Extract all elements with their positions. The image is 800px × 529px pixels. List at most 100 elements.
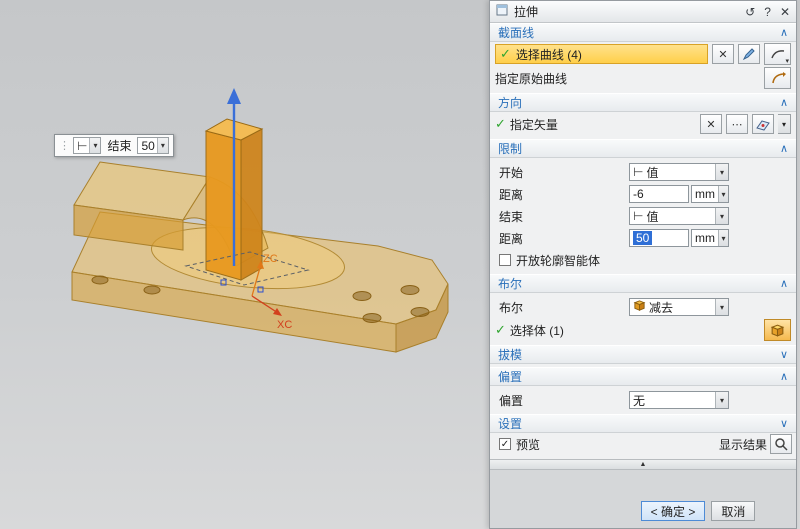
select-region-button[interactable] (738, 44, 760, 64)
open-profile-label: 开放轮廓智能体 (516, 252, 600, 269)
end-condition-combo[interactable]: ⊢ ▾ (73, 137, 101, 154)
section-header-settings[interactable]: 设置 ∨ (490, 414, 796, 433)
extrude-direction-arrowhead[interactable] (227, 88, 241, 104)
preview-checkbox[interactable]: ✓ (499, 438, 511, 450)
dropdown-icon[interactable]: ▾ (715, 299, 728, 315)
end-condition-combo[interactable]: ⊢ 值 ▾ (629, 207, 729, 225)
app-window: ZC XC ⋮ ⊢ ▾ 结束 50 ▾ 拉伸 (0, 0, 800, 529)
section-header-section-line[interactable]: 截面线 ∧ (490, 23, 796, 42)
specify-vector-label: 指定矢量 (510, 116, 558, 133)
section-header-label: 偏置 (498, 368, 522, 385)
caret-down-icon[interactable]: ∨ (780, 348, 788, 361)
distance-value[interactable]: 50 (141, 139, 154, 153)
origin-curve-row: 指定原始曲线 (490, 66, 796, 90)
check-icon: ✓ (495, 322, 506, 338)
hole[interactable] (353, 292, 371, 301)
origin-curve-button[interactable] (764, 67, 791, 89)
onscreen-input-toolbar[interactable]: ⋮ ⊢ ▾ 结束 50 ▾ (54, 134, 174, 157)
end-condition-icon: ⊢ (633, 165, 643, 179)
check-icon: ✓ (495, 116, 506, 132)
cancel-button[interactable]: 取消 (711, 501, 755, 521)
hole[interactable] (363, 314, 381, 323)
unit-value: mm (695, 231, 715, 245)
section-header-label: 布尔 (498, 275, 522, 292)
start-unit-combo[interactable]: mm ▾ (691, 185, 729, 203)
end-distance-value: 50 (633, 231, 652, 245)
caret-up-icon[interactable]: ∧ (780, 96, 788, 109)
select-curve-row: ✓ 选择曲线 (4) ✕ ▾ (490, 42, 796, 66)
dialog-titlebar[interactable]: 拉伸 ↺ ? ✕ (490, 1, 796, 23)
distance-label: 距离 (499, 230, 629, 247)
collapse-arrow-icon[interactable]: ▲ (640, 461, 647, 468)
drag-grip-icon[interactable]: ⋮ (59, 139, 70, 152)
boolean-combo[interactable]: 减去 ▾ (629, 298, 729, 316)
z-axis-label: ZC (263, 253, 278, 265)
select-body-label: 选择体 (1) (510, 322, 564, 339)
hole[interactable] (411, 308, 429, 317)
end-distance-input[interactable]: 50 (629, 229, 689, 247)
close-icon[interactable]: ✕ (780, 5, 790, 19)
end-row: 结束 ⊢ 值 ▾ (490, 205, 796, 227)
caret-up-icon[interactable]: ∧ (780, 26, 788, 39)
dialog-title: 拉伸 (514, 3, 538, 20)
end-condition-icon: ⊢ (77, 139, 87, 153)
vector-dropdown-button[interactable]: ▾ (778, 114, 791, 134)
distance-value-combo[interactable]: 50 ▾ (137, 137, 168, 154)
dropdown-icon[interactable]: ▾ (157, 138, 168, 153)
vector-dialog-button[interactable] (752, 114, 774, 134)
start-distance-input[interactable]: -6 (629, 185, 689, 203)
select-curve-field[interactable]: ✓ 选择曲线 (4) (495, 44, 708, 64)
end-unit-combo[interactable]: mm ▾ (691, 229, 729, 247)
start-condition-combo[interactable]: ⊢ 值 ▾ (629, 163, 729, 181)
curve-rule-button[interactable]: ▾ (764, 43, 791, 65)
model-canvas[interactable]: ZC XC (0, 0, 489, 529)
offset-value: 无 (633, 392, 645, 409)
subtract-cube-icon (633, 299, 646, 315)
end-condition-icon: ⊢ (633, 209, 643, 223)
section-header-label: 拔模 (498, 346, 522, 363)
caret-up-icon[interactable]: ∧ (780, 277, 788, 290)
hole[interactable] (401, 286, 419, 295)
help-icon[interactable]: ? (764, 5, 771, 19)
stop-selection-button[interactable]: ✕ (712, 44, 734, 64)
section-header-draft[interactable]: 拔模 ∨ (490, 345, 796, 364)
dialog-footer: < 确定 > 取消 (490, 470, 796, 528)
dropdown-icon[interactable]: ▾ (715, 164, 728, 180)
magnifier-icon (774, 437, 788, 451)
end-label: 结束 (104, 137, 134, 154)
hole[interactable] (144, 286, 160, 294)
unit-value: mm (695, 187, 715, 201)
boolean-value: 减去 (649, 299, 673, 316)
section-header-direction[interactable]: 方向 ∧ (490, 93, 796, 112)
section-header-offset[interactable]: 偏置 ∧ (490, 367, 796, 386)
caret-up-icon[interactable]: ∧ (780, 370, 788, 383)
start-row: 开始 ⊢ 值 ▾ (490, 161, 796, 183)
show-result-button[interactable] (770, 434, 792, 454)
offset-combo[interactable]: 无 ▾ (629, 391, 729, 409)
reset-icon[interactable]: ↺ (745, 5, 755, 19)
column-right-face[interactable] (241, 129, 262, 280)
dropdown-icon[interactable]: ▾ (89, 138, 100, 153)
dropdown-icon[interactable]: ▾ (718, 186, 728, 202)
extrude-dialog: 拉伸 ↺ ? ✕ 截面线 ∧ ✓ 选择曲线 (4) ✕ (489, 0, 797, 529)
x-axis-label: XC (277, 319, 292, 331)
dropdown-icon[interactable]: ▾ (715, 392, 728, 408)
dropdown-icon[interactable]: ▾ (718, 230, 728, 246)
inferred-vector-button[interactable]: ⋯ (726, 114, 748, 134)
dropdown-icon[interactable]: ▾ (715, 208, 728, 224)
section-header-boolean[interactable]: 布尔 ∧ (490, 274, 796, 293)
section-header-label: 设置 (498, 415, 522, 432)
select-curve-label: 选择曲线 (4) (516, 46, 582, 63)
open-profile-checkbox[interactable] (499, 254, 511, 266)
distance-label: 距离 (499, 186, 629, 203)
preview-label: 预览 (516, 436, 540, 453)
select-body-button[interactable] (764, 319, 791, 341)
dialog-collapse-bar[interactable]: ▲ (490, 459, 796, 470)
reverse-direction-button[interactable]: ✕ (700, 114, 722, 134)
caret-down-icon[interactable]: ∨ (780, 417, 788, 430)
section-header-limits[interactable]: 限制 ∧ (490, 139, 796, 158)
caret-up-icon[interactable]: ∧ (780, 142, 788, 155)
ok-button[interactable]: < 确定 > (641, 501, 706, 521)
hole[interactable] (92, 276, 108, 284)
dropdown-icon[interactable]: ▾ (785, 57, 789, 65)
